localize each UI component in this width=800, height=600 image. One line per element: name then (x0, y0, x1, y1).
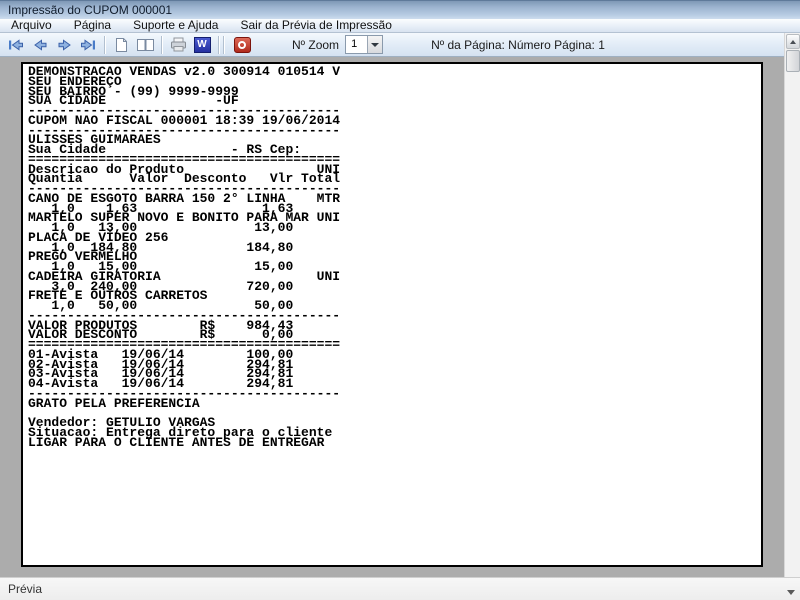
export-word-button[interactable]: W (190, 35, 214, 55)
previous-page-icon (32, 37, 49, 53)
toolbar: W Nº Zoom 1 Nº da Página: Número Página:… (0, 33, 784, 57)
toolbar-separator (161, 35, 162, 54)
chevron-down-icon (371, 42, 380, 47)
resize-grip-icon (787, 590, 795, 595)
toolbar-separator (223, 35, 224, 54)
two-pages-icon (136, 37, 155, 53)
vertical-scrollbar[interactable] (784, 33, 800, 577)
toolbar-separator (218, 35, 219, 54)
title-bar: Impressão do CUPOM 000001 (0, 0, 800, 19)
two-pages-view-button[interactable] (133, 35, 157, 55)
close-preview-button[interactable] (228, 35, 256, 55)
first-page-button[interactable] (4, 35, 28, 55)
single-page-view-button[interactable] (109, 35, 133, 55)
last-page-icon (79, 37, 97, 53)
toolbar-separator (104, 35, 105, 54)
receipt-text: DEMONSTRACAO VENDAS v2.0 300914 010514 V… (28, 64, 341, 450)
scrollbar-thumb[interactable] (786, 50, 800, 72)
menu-sair-da-previa[interactable]: Sair da Prévia de Impressão (229, 19, 402, 32)
print-button[interactable] (166, 35, 190, 55)
preview-workspace: DEMONSTRACAO VENDAS v2.0 300914 010514 V… (0, 57, 784, 577)
next-page-icon (56, 37, 73, 53)
zoom-dropdown[interactable]: 1 (345, 35, 384, 54)
menu-bar: Arquivo Página Suporte e Ajuda Sair da P… (0, 19, 800, 33)
zoom-label: Nº Zoom (292, 37, 340, 52)
single-page-icon (115, 37, 128, 53)
export-word-icon: W (193, 36, 211, 53)
menu-suporte-e-ajuda[interactable]: Suporte e Ajuda (122, 19, 229, 32)
previous-page-button[interactable] (28, 35, 52, 55)
page-number-info: Nº da Página: Número Página: 1 (431, 37, 605, 52)
menu-pagina[interactable]: Página (63, 19, 122, 32)
window-title: Impressão do CUPOM 000001 (8, 3, 173, 17)
arrow-up-icon (790, 39, 796, 44)
status-bar: Prévia (0, 577, 800, 600)
app-window: Impressão do CUPOM 000001 Arquivo Página… (0, 0, 800, 600)
next-page-button[interactable] (52, 35, 76, 55)
preview-page: DEMONSTRACAO VENDAS v2.0 300914 010514 V… (21, 62, 763, 567)
close-preview-icon (233, 36, 251, 53)
zoom-value: 1 (351, 38, 358, 50)
last-page-button[interactable] (76, 35, 100, 55)
scroll-up-button[interactable] (786, 34, 800, 49)
menu-arquivo[interactable]: Arquivo (0, 19, 63, 32)
zoom-dropdown-button[interactable] (367, 36, 383, 53)
print-icon (170, 37, 187, 52)
status-text: Prévia (8, 582, 43, 596)
first-page-icon (7, 37, 25, 53)
